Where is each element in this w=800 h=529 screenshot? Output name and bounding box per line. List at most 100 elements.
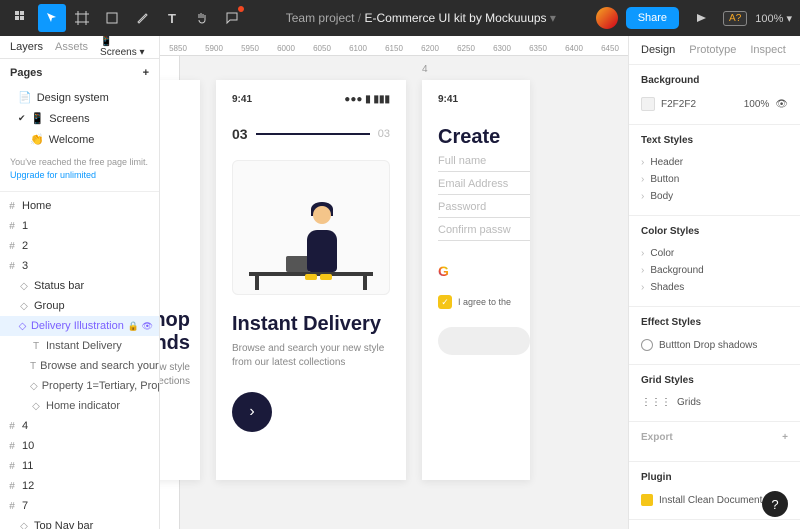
comment-tool-icon[interactable] xyxy=(218,4,246,32)
style-item[interactable]: ›Button xyxy=(641,171,788,188)
add-page-icon[interactable]: + xyxy=(143,67,149,79)
color-swatch[interactable] xyxy=(641,97,655,111)
ruler-horizontal: 5850590059506000605061006150620062506300… xyxy=(160,36,628,56)
help-button[interactable]: ? xyxy=(762,491,788,517)
page-item[interactable]: 👏Welcome xyxy=(0,129,159,150)
style-item[interactable]: ›Color xyxy=(641,245,788,262)
form-field[interactable]: Password xyxy=(438,195,530,218)
next-button[interactable]: › xyxy=(232,392,272,432)
style-item[interactable]: ›Body xyxy=(641,188,788,205)
tab-inspect[interactable]: Inspect xyxy=(750,44,785,56)
page-item[interactable]: 📄Design system xyxy=(0,87,159,108)
layer-item[interactable]: #12 xyxy=(0,476,159,496)
layer-item[interactable]: #11 xyxy=(0,456,159,476)
layer-item[interactable]: ◇Group xyxy=(0,296,159,316)
comp-icon: ◇ xyxy=(18,321,27,332)
effect-icon xyxy=(641,339,653,351)
style-item[interactable]: Buttton Drop shadows xyxy=(641,336,788,354)
delivery-illustration[interactable] xyxy=(232,160,390,295)
artboard-title: shop nds xyxy=(160,309,190,355)
upgrade-notice: You've reached the free page limit. Upgr… xyxy=(0,150,159,187)
chevron-right-icon: › xyxy=(641,265,644,276)
artboard-partial-left[interactable]: 03 shop nds new style llections xyxy=(160,80,200,480)
view-badge[interactable]: A? xyxy=(723,11,747,26)
tab-assets[interactable]: Assets xyxy=(55,41,88,53)
comp-icon: ◇ xyxy=(18,521,30,529)
plugin-icon xyxy=(641,494,653,506)
pen-tool-icon[interactable] xyxy=(128,4,156,32)
comp-icon: ◇ xyxy=(18,301,30,312)
form-field[interactable]: Confirm passw xyxy=(438,218,530,241)
layer-item[interactable]: ◇Property 1=Tertiary, Property … xyxy=(0,376,159,396)
tab-layers[interactable]: Layers xyxy=(10,41,43,53)
form-field[interactable]: Full name xyxy=(438,149,530,172)
upgrade-link[interactable]: Upgrade for unlimited xyxy=(10,170,96,180)
layer-item[interactable]: #4 xyxy=(0,416,159,436)
form-field[interactable]: Email Address xyxy=(438,172,530,195)
section-grid-styles: Grid Styles xyxy=(641,375,788,386)
layer-item[interactable]: ◇Status bar xyxy=(0,276,159,296)
move-tool-icon[interactable] xyxy=(38,4,66,32)
step-indicator: 0303 xyxy=(232,126,390,142)
layer-item[interactable]: #7 xyxy=(0,496,159,516)
avatar[interactable] xyxy=(596,7,618,29)
tab-design[interactable]: Design xyxy=(641,44,675,56)
layer-item[interactable]: ◇Home indicator xyxy=(0,396,159,416)
topbar: T Team project / E-Commerce UI kit by Mo… xyxy=(0,0,800,36)
layer-item[interactable]: #10 xyxy=(0,436,159,456)
canvas[interactable]: 5850590059506000605061006150620062506300… xyxy=(160,36,628,529)
style-item[interactable]: ›Header xyxy=(641,154,788,171)
frame-icon: # xyxy=(6,221,18,232)
style-item[interactable]: ›Shades xyxy=(641,279,788,296)
google-icon[interactable]: G xyxy=(438,263,449,279)
share-button[interactable]: Share xyxy=(626,7,679,29)
layer-item[interactable]: #3 xyxy=(0,256,159,276)
frame-icon: # xyxy=(6,501,18,512)
artboard-title: Instant Delivery xyxy=(232,313,390,336)
layer-item[interactable]: #1 xyxy=(0,216,159,236)
document-title[interactable]: Team project / E-Commerce UI kit by Mock… xyxy=(246,11,596,25)
chevron-right-icon: › xyxy=(641,282,644,293)
layer-item[interactable]: ◇Delivery Illustration🔒 👁 xyxy=(0,316,159,336)
visibility-toggle-icon[interactable]: 👁 xyxy=(775,99,788,110)
zoom-selector[interactable]: 100% ▾ xyxy=(755,12,792,25)
frame-icon: # xyxy=(6,241,18,252)
menu-icon[interactable] xyxy=(8,4,36,32)
section-export[interactable]: Export+ xyxy=(641,432,788,443)
chevron-right-icon: › xyxy=(641,157,644,168)
page-item[interactable]: ✔📱Screens xyxy=(0,108,159,129)
text-icon: T xyxy=(30,361,36,372)
section-plugin: Plugin xyxy=(641,472,788,483)
section-background: Background xyxy=(641,75,788,86)
layer-item[interactable]: TBrowse and search your new … xyxy=(0,356,159,376)
frame-icon: # xyxy=(6,261,18,272)
status-bar: 9:41 ●●● ▮ ▮▮▮ xyxy=(232,94,390,108)
chevron-right-icon: › xyxy=(641,248,644,259)
page-selector[interactable]: 📱 Screens ▾ xyxy=(100,36,149,58)
style-item[interactable]: ⋮⋮⋮Grids xyxy=(641,394,788,411)
tab-prototype[interactable]: Prototype xyxy=(689,44,736,56)
section-effect-styles: Effect Styles xyxy=(641,317,788,328)
artboard-4[interactable]: 4 9:41 Create Full nameEmail AddressPass… xyxy=(422,80,530,480)
layer-item[interactable]: #2 xyxy=(0,236,159,256)
artboard-3[interactable]: 9:41 ●●● ▮ ▮▮▮ 0303 Instant Delivery Bro… xyxy=(216,80,406,480)
layer-item[interactable]: #Home xyxy=(0,196,159,216)
layer-item[interactable]: ◇Top Nav bar xyxy=(0,516,159,529)
frame-icon: # xyxy=(6,421,18,432)
chevron-right-icon: › xyxy=(641,191,644,202)
frame-icon: # xyxy=(6,201,18,212)
text-tool-icon[interactable]: T xyxy=(158,4,186,32)
artboard-subtitle: Browse and search your new style from ou… xyxy=(232,342,390,370)
shape-tool-icon[interactable] xyxy=(98,4,126,32)
frame-tool-icon[interactable] xyxy=(68,4,96,32)
background-color-row[interactable]: F2F2F2 100% 👁 xyxy=(641,94,788,114)
hand-tool-icon[interactable] xyxy=(188,4,216,32)
checkbox-icon[interactable]: ✓ xyxy=(438,295,452,309)
style-item[interactable]: ›Background xyxy=(641,262,788,279)
layer-item[interactable]: TInstant Delivery xyxy=(0,336,159,356)
add-export-icon[interactable]: + xyxy=(782,432,788,443)
present-icon[interactable] xyxy=(687,4,715,32)
comp-icon: ◇ xyxy=(30,381,38,392)
artboard-title: Create xyxy=(438,126,530,149)
design-panel: Design Prototype Inspect Background F2F2… xyxy=(628,36,800,529)
